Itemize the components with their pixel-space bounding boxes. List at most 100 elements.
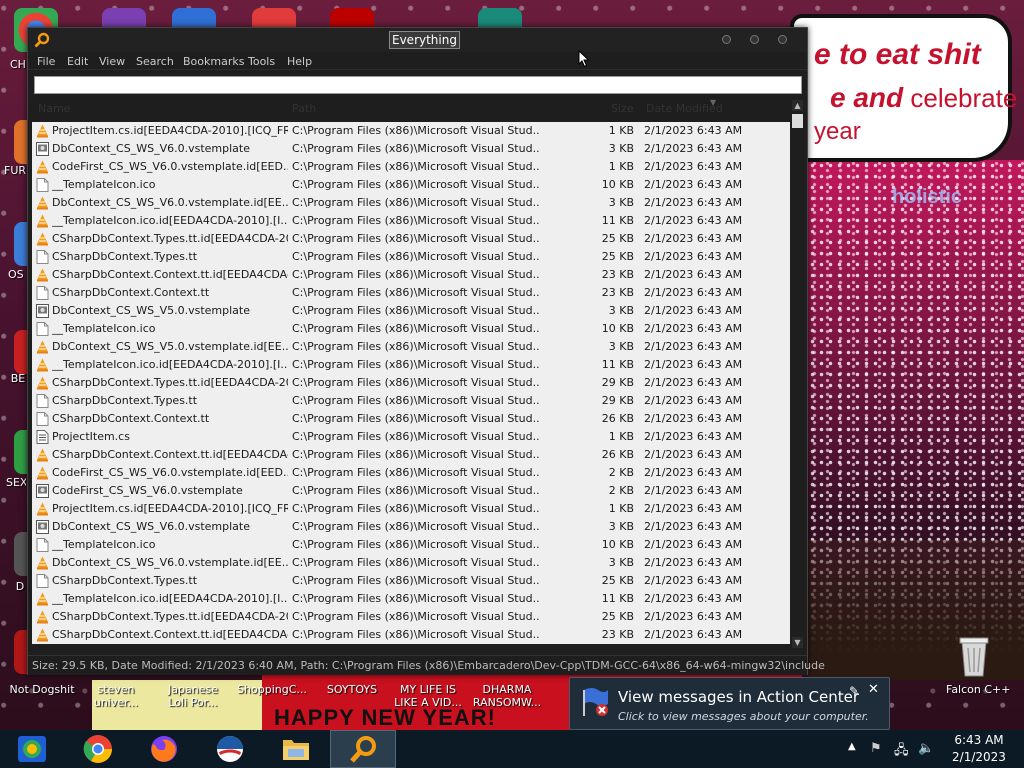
vertical-scrollbar[interactable]: ▲ ▼ — [790, 98, 805, 650]
row-size: 11 KB — [601, 214, 634, 227]
vlc-cone-icon — [36, 160, 49, 174]
table-row[interactable]: CSharpDbContext.Context.tt C:\Program Fil… — [32, 284, 790, 302]
table-row[interactable]: CSharpDbContext.Types.tt.id[EEDA4CDA-20.… — [32, 230, 790, 248]
table-row[interactable]: DbContext_CS_WS_V6.0.vstemplate C:\Progra… — [32, 518, 790, 536]
menu-search[interactable]: Search — [136, 55, 174, 68]
table-row[interactable]: ProjectItem.cs C:\Program Files (x86)\Mic… — [32, 428, 790, 446]
shortcut-not-dogshit[interactable]: Not Dogshit — [4, 683, 80, 696]
volume-icon[interactable]: 🔈 — [918, 741, 934, 756]
table-row[interactable]: CodeFirst_CS_WS_V6.0.vstemplate C:\Progra… — [32, 482, 790, 500]
show-hidden-icons-chevron-icon[interactable]: ▲ — [848, 741, 856, 752]
row-size: 3 KB — [608, 520, 634, 533]
shortcut-steven-universe[interactable]: steven univer... — [86, 683, 146, 709]
vlc-cone-icon — [36, 268, 49, 282]
row-size: 23 KB — [601, 268, 634, 281]
firefox-icon — [151, 736, 177, 762]
row-size: 3 KB — [608, 304, 634, 317]
table-row[interactable]: __TemplateIcon.ico.id[EEDA4CDA-2010].[I.… — [32, 212, 790, 230]
table-row[interactable]: CodeFirst_CS_WS_V6.0.vstemplate.id[EED..… — [32, 464, 790, 482]
menu-edit[interactable]: Edit — [67, 55, 88, 68]
row-name: CSharpDbContext.Context.tt.id[EEDA4CDA-.… — [52, 448, 288, 461]
row-name: ProjectItem.cs — [52, 430, 130, 443]
table-row[interactable]: CSharpDbContext.Types.tt.id[EEDA4CDA-20.… — [32, 608, 790, 626]
row-name: ProjectItem.cs.id[EEDA4CDA-2010].[ICQ_FR… — [52, 502, 288, 515]
row-date: 2/1/2023 6:43 AM — [644, 412, 743, 425]
file-icon — [36, 412, 49, 426]
shortcut-japanese[interactable]: Japanese Loli Por... — [160, 683, 226, 709]
row-name: DbContext_CS_WS_V6.0.vstemplate.id[EE... — [52, 556, 288, 569]
table-row[interactable]: __TemplateIcon.ico C:\Program Files (x86)… — [32, 320, 790, 338]
menu-bookmarks[interactable]: Bookmarks — [183, 55, 244, 68]
network-icon[interactable]: 🖧 — [894, 741, 909, 763]
row-name: __TemplateIcon.ico — [52, 178, 156, 191]
table-row[interactable]: DbContext_CS_WS_V6.0.vstemplate.id[EE...… — [32, 554, 790, 572]
row-size: 10 KB — [601, 178, 634, 191]
title-bar[interactable]: Everything — [28, 28, 807, 52]
shortcut-my-life[interactable]: MY LIFE IS LIKE A VID... — [392, 683, 464, 709]
everything-window[interactable]: Everything File Edit View Search Bookmar… — [27, 27, 825, 675]
recycle-bin-icon[interactable] — [956, 634, 992, 678]
table-row[interactable]: DbContext_CS_WS_V6.0.vstemplate C:\Progra… — [32, 140, 790, 158]
vlc-cone-icon — [36, 124, 49, 138]
vlc-cone-icon — [36, 556, 49, 570]
speech-line-2: e and celebrate — [830, 82, 1017, 114]
action-center-flag-tray-icon[interactable]: ⚑ — [870, 741, 882, 756]
table-row[interactable]: __TemplateIcon.ico.id[EEDA4CDA-2010].[I.… — [32, 356, 790, 374]
menu-file[interactable]: File — [37, 55, 55, 68]
minimize-button[interactable] — [722, 35, 731, 44]
taskbar-chrome[interactable] — [66, 730, 132, 768]
table-row[interactable]: CSharpDbContext.Types.tt C:\Program Files… — [32, 392, 790, 410]
scroll-down-arrow-icon[interactable]: ▼ — [792, 637, 803, 648]
table-row[interactable]: ProjectItem.cs.id[EEDA4CDA-2010].[ICQ_FR… — [32, 122, 790, 140]
taskbar-file-explorer[interactable] — [264, 730, 330, 768]
column-name[interactable]: Name — [38, 102, 70, 115]
table-row[interactable]: ProjectItem.cs.id[EEDA4CDA-2010].[ICQ_FR… — [32, 500, 790, 518]
taskbar-everything[interactable] — [330, 730, 396, 768]
column-size[interactable]: Size — [611, 102, 634, 115]
table-row[interactable]: __TemplateIcon.ico.id[EEDA4CDA-2010].[I.… — [32, 590, 790, 608]
speech-bubble: e to eat shit e and celebrate year — [790, 14, 1017, 162]
results-list[interactable]: ProjectItem.cs.id[EEDA4CDA-2010].[ICQ_FR… — [32, 122, 790, 644]
table-row[interactable]: CSharpDbContext.Types.tt C:\Program Files… — [32, 248, 790, 266]
table-row[interactable]: CodeFirst_CS_WS_V6.0.vstemplate.id[EED..… — [32, 158, 790, 176]
taskbar-obama-app[interactable] — [198, 730, 264, 768]
row-name: DbContext_CS_WS_V5.0.vstemplate.id[EE... — [52, 340, 288, 353]
menu-tools[interactable]: Tools — [248, 55, 275, 68]
table-row[interactable]: CSharpDbContext.Types.tt C:\Program Files… — [32, 572, 790, 590]
action-center-toast[interactable]: View messages in Action Center Click to … — [569, 677, 890, 730]
table-row[interactable]: CSharpDbContext.Types.tt.id[EEDA4CDA-20.… — [32, 374, 790, 392]
system-clock[interactable]: 6:43 AM 2/1/2023 — [944, 732, 1014, 766]
speech-line-2-rest: celebrate — [903, 83, 1018, 113]
table-row[interactable]: CSharpDbContext.Context.tt.id[EEDA4CDA-.… — [32, 266, 790, 284]
column-path[interactable]: Path — [292, 102, 316, 115]
scroll-up-arrow-icon[interactable]: ▲ — [792, 100, 803, 111]
table-row[interactable]: __TemplateIcon.ico C:\Program Files (x86)… — [32, 176, 790, 194]
table-row[interactable]: DbContext_CS_WS_V5.0.vstemplate.id[EE...… — [32, 338, 790, 356]
row-name: CodeFirst_CS_WS_V6.0.vstemplate — [52, 484, 243, 497]
table-row[interactable]: CSharpDbContext.Context.tt.id[EEDA4CDA-.… — [32, 626, 790, 644]
taskbar-firefox[interactable] — [132, 730, 198, 768]
shortcut-shopping[interactable]: ShoppingC... — [236, 683, 308, 696]
file-icon — [36, 250, 49, 264]
row-date: 2/1/2023 6:43 AM — [644, 358, 743, 371]
search-input[interactable] — [34, 76, 802, 94]
row-name: CSharpDbContext.Types.tt — [52, 574, 198, 587]
menu-view[interactable]: View — [99, 55, 125, 68]
table-row[interactable]: CSharpDbContext.Context.tt.id[EEDA4CDA-.… — [32, 446, 790, 464]
table-row[interactable]: __TemplateIcon.ico C:\Program Files (x86)… — [32, 536, 790, 554]
recycle-bin-label: Falcon C++ — [946, 683, 1011, 696]
table-row[interactable]: DbContext_CS_WS_V5.0.vstemplate C:\Progra… — [32, 302, 790, 320]
desktop-icon-label: OS LA — [8, 268, 26, 281]
shortcut-dharma[interactable]: DHARMA RANSOMW... — [470, 683, 544, 709]
scroll-thumb[interactable] — [792, 114, 803, 128]
close-button[interactable] — [778, 35, 787, 44]
close-toast-icon[interactable]: ✕ — [868, 682, 879, 697]
maximize-button[interactable] — [750, 35, 759, 44]
table-row[interactable]: CSharpDbContext.Context.tt C:\Program Fil… — [32, 410, 790, 428]
shortcut-soytoys[interactable]: SOYTOYS — [322, 683, 382, 696]
start-button[interactable] — [0, 730, 66, 768]
menu-help[interactable]: Help — [287, 55, 312, 68]
table-row[interactable]: DbContext_CS_WS_V6.0.vstemplate.id[EE...… — [32, 194, 790, 212]
row-size: 2 KB — [608, 484, 634, 497]
pin-icon[interactable]: ✎ — [849, 684, 859, 698]
